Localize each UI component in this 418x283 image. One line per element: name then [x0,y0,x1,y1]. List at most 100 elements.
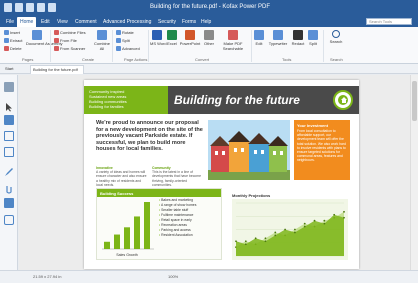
attachments-icon[interactable] [4,181,14,194]
search-button[interactable]: Search [327,30,345,44]
app-logo-icon [4,3,12,12]
split-view-label: Split [309,41,317,46]
split-button[interactable]: Split [116,38,130,44]
combine-files-button[interactable]: Combine Files [54,30,86,36]
hero-banner: Community inspired Sustained new areas B… [84,86,359,114]
series-area-2 [236,214,344,256]
delete-button[interactable]: Delete [4,46,22,52]
pen-icon[interactable] [4,164,14,176]
powerpoint-label: PowerPoint [179,41,201,46]
bar-4 [134,216,140,249]
combine-icon [97,30,107,40]
open-icon[interactable] [15,3,23,12]
make-pdf-label: Make PDF Searchable [222,41,244,51]
houses-illustration [208,120,290,180]
series-2-point [343,216,345,219]
from-scanner-label: From Scanner [60,46,86,51]
save-icon[interactable] [26,3,34,12]
powerpoint-icon [185,30,195,40]
tab-forms[interactable]: Forms [179,17,199,27]
folder-icon[interactable] [4,198,14,208]
split-view-button[interactable]: Split [307,30,319,46]
group-convert-label: Convert [195,57,210,62]
undo-icon[interactable] [48,3,56,12]
excel-button[interactable]: Excel [166,30,178,46]
tab-comment[interactable]: Comment [72,17,100,27]
ms-word-button[interactable]: MS Word [150,30,167,46]
series-2-point [274,234,277,237]
thumbnails-icon[interactable] [4,131,14,141]
group-separator [112,30,113,62]
tab-help[interactable]: Help [198,17,214,27]
group-separator [50,30,51,62]
series-2-point [264,240,267,243]
series-2-point [303,225,306,228]
other-button[interactable]: Other [203,30,215,46]
split-view-icon [308,30,318,40]
bar-1 [104,241,110,249]
column-text: This is the latest in a line of developm… [152,170,202,187]
extract-button[interactable]: Extract [4,38,23,44]
start-tab[interactable]: Start [5,66,13,71]
select-cursor-icon[interactable] [4,99,14,112]
tab-home[interactable]: Home [17,17,37,27]
tab-file[interactable]: File [3,17,17,27]
other-label: Other [203,41,214,46]
series-1-point [264,237,267,240]
search-tools-input[interactable]: Search Tools [366,18,412,25]
series-1-point [294,228,296,231]
list-item: Resident Association [159,233,221,238]
make-pdf-searchable-button[interactable]: Make PDF Searchable [218,30,248,51]
layers-icon[interactable] [4,147,14,157]
series-1-point [323,219,326,222]
left-toolbar [0,75,18,270]
powerpoint-button[interactable]: PowerPoint [179,30,201,46]
pages-panel-icon[interactable] [4,82,14,92]
group-separator [148,30,149,62]
tab-advanced-processing[interactable]: Advanced Processing [100,17,154,27]
vertical-scrollbar[interactable] [410,75,418,270]
series-2-point [244,243,247,246]
intro-paragraph: We're proud to announce our proposal for… [96,120,203,153]
extract-label: Extract [10,38,23,43]
tab-security[interactable]: Security [155,17,179,27]
quick-access-toolbar [4,3,56,12]
insert-button[interactable]: Insert [4,30,21,36]
document-assembly-button[interactable]: Document Assembly [26,30,62,46]
tab-edit[interactable]: Edit [38,17,53,27]
advanced-icon [116,46,121,52]
security-lock-icon[interactable] [4,215,14,225]
group-separator [323,30,324,62]
redact-button[interactable]: Redact [291,30,305,46]
bookmarks-icon[interactable] [4,115,14,125]
rotate-button[interactable]: Rotate [116,30,134,36]
typewriter-label: Typewriter [268,41,288,46]
advanced-button[interactable]: Advanced [116,46,140,52]
series-1-point [303,222,306,225]
group-search-label: Search [330,57,343,62]
from-file-icon [54,38,59,44]
from-scanner-button[interactable]: From Scanner [54,46,86,52]
tab-view[interactable]: View [54,17,71,27]
series-2-point [294,231,296,234]
zoom-level[interactable]: 100% [168,274,178,279]
split-label: Split [122,38,130,43]
combine-button[interactable]: Combine All [94,30,110,51]
column-text: A variety of ideas and homes will ensure… [96,170,147,187]
document-tab[interactable]: Building for the future.pdf [30,65,84,74]
group-separator [251,30,252,62]
excel-label: Excel [167,41,177,46]
series-1-point [274,231,277,234]
make-searchable-icon [228,30,238,40]
scrollbar-thumb[interactable] [412,81,417,121]
edit-button[interactable]: Edit [253,30,265,46]
split-icon [116,38,121,44]
chart-title: Monthly Projections [232,193,271,198]
print-icon[interactable] [37,3,45,12]
insert-icon [4,30,9,36]
typewriter-button[interactable]: Typewriter [267,30,289,46]
from-file-button[interactable]: From File [54,38,77,44]
insert-label: Insert [10,30,21,35]
pdf-page[interactable]: Community inspired Sustained new areas B… [84,80,359,269]
series-2-point [313,219,316,222]
